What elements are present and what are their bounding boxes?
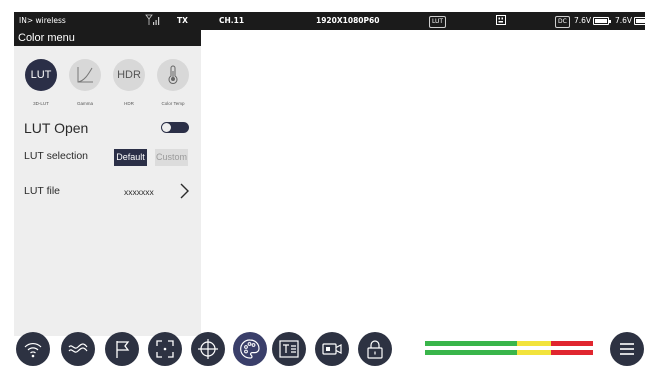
main-menu-button[interactable] bbox=[610, 332, 644, 366]
wireless-icon bbox=[24, 343, 42, 358]
wireless-button[interactable] bbox=[16, 332, 50, 366]
lut-badge: LUT bbox=[429, 16, 447, 28]
meter-red-segment bbox=[551, 341, 593, 346]
monitor-screen: IN> wireless TX CH.11 1920X1080P60 LUT D… bbox=[0, 0, 659, 370]
lut-open-toggle[interactable] bbox=[161, 122, 189, 133]
focus-frame-button[interactable] bbox=[148, 332, 182, 366]
waveform-button[interactable] bbox=[61, 332, 95, 366]
text-layout-icon bbox=[279, 340, 299, 358]
mode-3d-lut-button[interactable]: LUT bbox=[25, 59, 57, 91]
battery-2: 7.6V bbox=[615, 16, 653, 26]
lut-file-label: LUT file bbox=[24, 185, 60, 197]
mode-gamma-button[interactable] bbox=[69, 59, 101, 91]
lut-custom-option[interactable]: Custom bbox=[155, 149, 188, 166]
text-layout-button[interactable] bbox=[272, 332, 306, 366]
chevron-right-icon[interactable] bbox=[177, 182, 191, 200]
mode-gamma-label: Gamma bbox=[76, 101, 93, 106]
battery-2-voltage: 7.6V bbox=[615, 16, 633, 25]
channel-indicator: CH.11 bbox=[219, 16, 245, 25]
lock-button[interactable] bbox=[358, 332, 392, 366]
record-button[interactable] bbox=[315, 332, 349, 366]
mode-color-temp-button[interactable] bbox=[157, 59, 189, 91]
lut-file-value[interactable]: xxxxxxx bbox=[124, 187, 154, 197]
meter-yellow-segment bbox=[517, 341, 551, 346]
resolution-indicator: 1920X1080P60 bbox=[316, 16, 380, 25]
lut-selection-label: LUT selection bbox=[24, 150, 89, 162]
lock-icon bbox=[367, 340, 383, 359]
video-camera-icon bbox=[322, 343, 342, 355]
flag-icon bbox=[116, 341, 130, 358]
lut-open-label: LUT Open bbox=[24, 120, 89, 136]
meter-yellow-segment bbox=[517, 350, 551, 355]
mode-hdr-button[interactable]: HDR bbox=[113, 59, 145, 91]
meter-green-segment bbox=[425, 350, 517, 355]
color-palette-icon bbox=[240, 339, 260, 359]
hdr-icon: HDR bbox=[117, 69, 141, 81]
crosshair-icon bbox=[198, 339, 218, 359]
lut-default-option[interactable]: Default bbox=[114, 149, 147, 166]
battery-1-icon bbox=[593, 17, 612, 25]
sd-card-icon bbox=[495, 14, 507, 29]
marker-flag-button[interactable] bbox=[105, 332, 139, 366]
mode-3d-lut-label: 3D-LUT bbox=[33, 101, 49, 106]
thermometer-icon bbox=[168, 65, 178, 84]
mode-hdr-label: HDR bbox=[124, 101, 134, 106]
lut-icon: LUT bbox=[30, 69, 52, 81]
battery-1-voltage: 7.6V bbox=[574, 16, 592, 25]
battery-2-icon bbox=[634, 17, 653, 25]
color-menu-title: Color menu bbox=[14, 30, 201, 46]
tx-indicator: TX bbox=[177, 16, 188, 25]
meter-red-segment bbox=[551, 350, 593, 355]
signal-strength-icon bbox=[145, 14, 161, 29]
audio-meter-channel-1 bbox=[425, 341, 593, 346]
color-menu-panel: Color menu LUT HDR 3D-LUT Gamma HDR Colo… bbox=[14, 30, 201, 336]
color-menu-button[interactable] bbox=[233, 332, 267, 366]
meter-green-segment bbox=[425, 341, 517, 346]
hamburger-menu-icon bbox=[620, 343, 634, 355]
mode-color-temp-label: Color Temp bbox=[161, 101, 185, 106]
dc-badge: DC bbox=[555, 16, 570, 28]
input-source: IN> wireless bbox=[19, 16, 66, 25]
status-bar: IN> wireless TX CH.11 1920X1080P60 LUT D… bbox=[14, 12, 653, 30]
focus-frame-icon bbox=[156, 340, 174, 358]
battery-1: 7.6V bbox=[574, 16, 612, 26]
crosshair-button[interactable] bbox=[191, 332, 225, 366]
audio-meter-channel-2 bbox=[425, 350, 593, 355]
gamma-curve-icon bbox=[77, 67, 93, 83]
waveform-icon bbox=[68, 343, 88, 353]
